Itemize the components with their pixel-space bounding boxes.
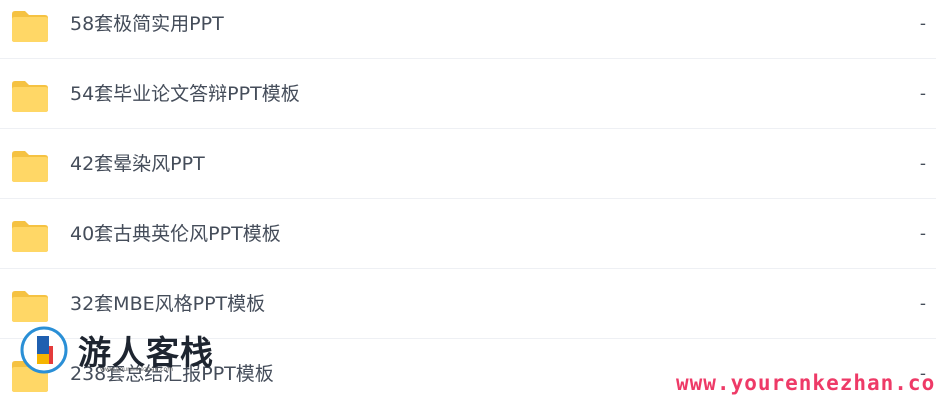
file-row[interactable]: 40套古典英伦风PPT模板 -: [0, 199, 936, 269]
logo-mark-icon: [20, 326, 68, 374]
file-name[interactable]: 54套毕业论文答辩PPT模板: [70, 82, 300, 106]
file-size: -: [919, 294, 926, 314]
file-size: -: [919, 224, 926, 244]
folder-icon: [12, 81, 48, 112]
file-name[interactable]: 32套MBE风格PPT模板: [70, 292, 265, 316]
folder-icon: [12, 221, 48, 252]
file-size: -: [919, 84, 926, 104]
folder-icon: [12, 151, 48, 182]
file-size: -: [919, 14, 926, 34]
file-name[interactable]: 42套晕染风PPT: [70, 152, 205, 176]
watermark-url: www.yourenkezhan.com: [676, 371, 936, 395]
watermark-small-url: www.yourenkezhan.com: [100, 366, 174, 373]
file-row[interactable]: 42套晕染风PPT -: [0, 129, 936, 199]
file-row[interactable]: 58套极简实用PPT -: [0, 0, 936, 59]
file-size: -: [919, 154, 926, 174]
watermark-logo: 游人客栈 www.yourenkezhan.com: [14, 322, 224, 378]
file-name[interactable]: 40套古典英伦风PPT模板: [70, 222, 281, 246]
file-row[interactable]: 54套毕业论文答辩PPT模板 -: [0, 59, 936, 129]
folder-icon: [12, 11, 48, 42]
folder-icon: [12, 291, 48, 322]
file-name[interactable]: 58套极简实用PPT: [70, 12, 224, 36]
